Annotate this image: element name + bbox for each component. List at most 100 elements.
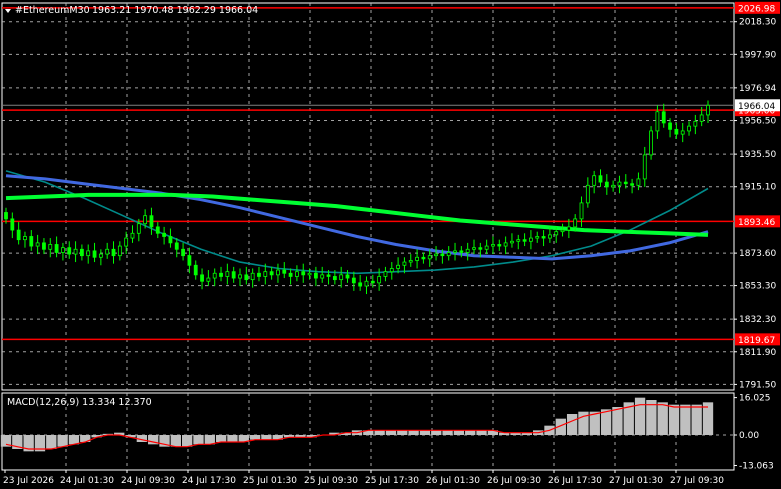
time-label: 26 Jul 17:30	[548, 476, 602, 486]
candle-body	[269, 271, 274, 276]
candle-body	[313, 272, 318, 279]
candle-body	[630, 183, 635, 186]
candle-body	[598, 175, 603, 183]
time-label: 27 Jul 09:30	[670, 476, 724, 486]
candle-body	[54, 244, 59, 253]
ohlc-values: 1963.21 1970.48 1962.29 1966.04	[92, 5, 258, 16]
candle-body	[402, 261, 407, 266]
candle-body	[10, 218, 15, 231]
macd-histogram-bar	[442, 430, 453, 435]
macd-histogram-bar	[227, 435, 238, 442]
level-price-label: 1819.67	[738, 336, 775, 346]
macd-title: MACD(12,26,9) 13.334 12.370	[7, 397, 152, 408]
candle-body	[358, 282, 363, 287]
macd-histogram-bar	[453, 430, 465, 435]
candle-body	[484, 245, 489, 250]
candle-body	[541, 236, 546, 239]
price-label: 1832.30	[739, 315, 776, 325]
macd-label: -13.063	[739, 461, 774, 471]
candle-body	[472, 247, 476, 250]
price-label: 1853.30	[739, 282, 776, 292]
candle-body	[547, 234, 552, 239]
candle-body	[415, 256, 419, 261]
time-label: 25 Jul 17:30	[365, 476, 419, 486]
candle-body	[288, 272, 293, 277]
candle-body	[244, 274, 249, 281]
candle-body	[117, 245, 122, 257]
candle-body	[263, 271, 268, 277]
candle-body	[105, 248, 110, 255]
macd-histogram-bar	[204, 435, 215, 445]
candle-body	[67, 247, 72, 255]
price-label: 1956.50	[739, 117, 776, 127]
candle-body	[4, 212, 8, 220]
candle-body	[79, 248, 84, 257]
candle-body	[187, 255, 192, 266]
candle-body	[326, 274, 331, 277]
time-label: 23 Jul 2026	[3, 476, 54, 486]
candle-body	[427, 255, 432, 260]
candle-body	[478, 247, 483, 250]
macd-histogram-bar	[182, 435, 193, 447]
price-label: 1976.94	[739, 84, 776, 94]
candle-body	[636, 178, 641, 186]
price-label: 1915.10	[739, 183, 776, 193]
candle-body	[465, 248, 470, 253]
macd-histogram-bar	[691, 404, 702, 435]
candle-body	[453, 250, 457, 253]
macd-histogram-bar	[476, 430, 487, 435]
candle-body	[529, 237, 533, 242]
candle-body	[611, 184, 616, 188]
candle-body	[566, 226, 571, 231]
candle-body	[383, 271, 388, 277]
candle-body	[554, 231, 559, 236]
candle-body	[48, 244, 53, 250]
candle-body	[377, 276, 382, 284]
candle-body	[573, 218, 578, 228]
macd-histogram-bar	[261, 435, 272, 440]
macd-histogram-bar	[68, 435, 80, 445]
candle-body	[181, 248, 185, 257]
candle-body	[655, 111, 660, 132]
candle-body	[212, 272, 217, 279]
candle-body	[370, 280, 375, 284]
trading-chart[interactable]: 2026.981963.001893.461819.671966.04 23 J…	[0, 0, 781, 489]
candle-body	[592, 175, 597, 186]
candle-body	[674, 128, 679, 135]
candle-body	[339, 274, 344, 281]
candle-body	[440, 253, 445, 257]
candle-body	[238, 274, 242, 279]
candle-body	[35, 242, 40, 247]
price-label: 1935.50	[739, 150, 776, 160]
macd-histogram-bar	[215, 435, 227, 442]
macd-histogram-bar	[566, 414, 578, 435]
price-label: 1811.90	[739, 348, 776, 358]
candle-body	[642, 154, 647, 180]
candle-body	[503, 242, 508, 247]
level-price-label: 2026.98	[738, 4, 775, 14]
candle-body	[668, 122, 672, 130]
candle-body	[301, 271, 306, 276]
macd-histogram-bar	[634, 397, 646, 435]
symbol-timeframe: #EthereumM30	[15, 5, 90, 16]
candle-body	[143, 215, 148, 225]
price-label: 1873.60	[739, 249, 776, 259]
candle-body	[86, 250, 91, 257]
candle-body	[193, 264, 198, 276]
candle-body	[522, 239, 527, 242]
candle-body	[560, 229, 565, 233]
candle-body	[693, 120, 698, 127]
candle-body	[421, 256, 426, 260]
time-label: 24 Jul 01:30	[60, 476, 114, 486]
candle-body	[162, 232, 167, 237]
candle-body	[585, 184, 590, 204]
candle-body	[649, 130, 653, 156]
candle-body	[396, 264, 401, 269]
candle-body	[491, 244, 495, 247]
candle-body	[124, 237, 129, 247]
candle-body	[579, 202, 584, 220]
level-price-label: 1893.46	[738, 218, 775, 228]
candle-body	[200, 274, 204, 282]
time-label: 24 Jul 09:30	[121, 476, 175, 486]
candle-body	[98, 253, 103, 258]
